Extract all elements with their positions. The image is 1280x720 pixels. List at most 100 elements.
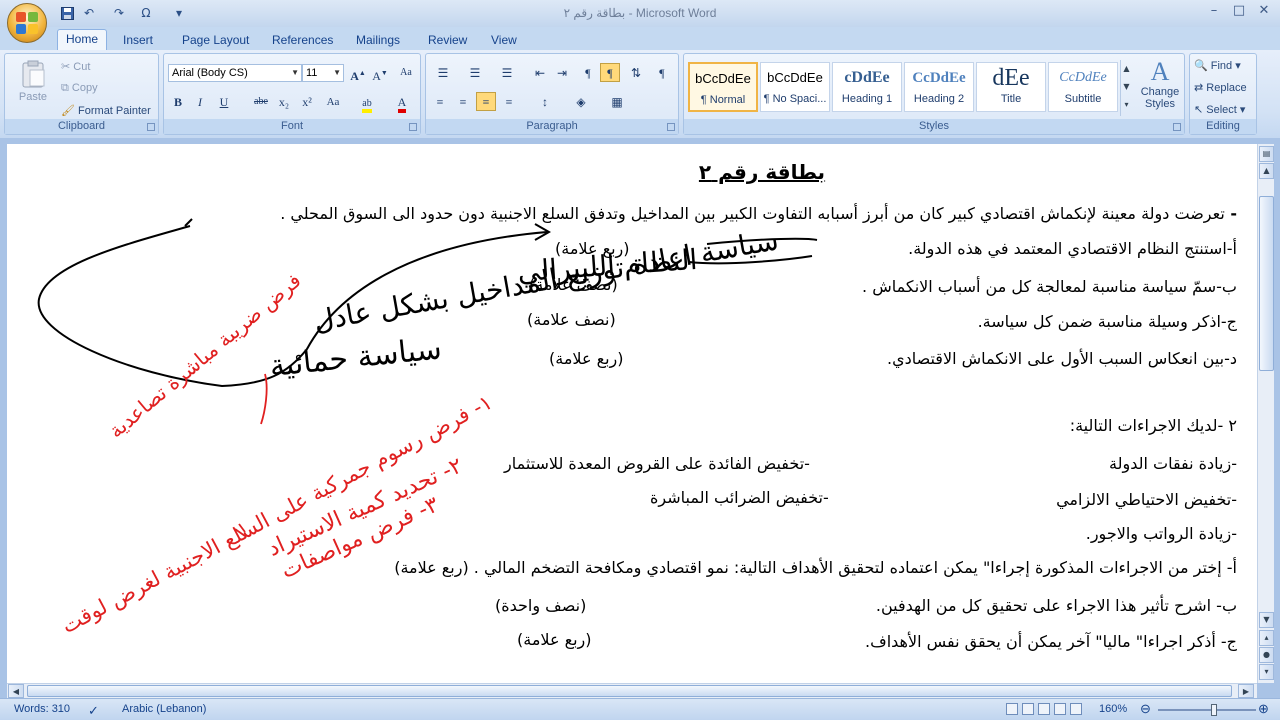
cut-button[interactable]: ✂ Cut: [61, 60, 90, 73]
q2-measure-2: -تخفيض الفائدة على القروض المعدة للاستثم…: [504, 454, 810, 473]
close-button[interactable]: ✕: [1252, 2, 1276, 20]
minimize-button[interactable]: –: [1202, 2, 1226, 20]
bold-button[interactable]: B: [168, 92, 188, 111]
status-bar: Words: 310 ✓ Arabic (Lebanon) 160% ⊖ ⊕: [0, 698, 1280, 720]
brush-icon: 🖌: [61, 105, 75, 117]
show-marks-icon[interactable]: ¶: [652, 63, 672, 82]
change-case-button[interactable]: Aa: [320, 92, 346, 111]
paragraph-launcher-icon[interactable]: [667, 123, 675, 131]
document-page[interactable]: بطاقة رقم ٢ - تعرضت دولة معينة لإنكماش ا…: [7, 144, 1257, 683]
sort-icon[interactable]: ⇅: [626, 63, 646, 82]
decrease-indent-icon[interactable]: ⇤: [530, 63, 550, 82]
binoculars-icon: 🔍: [1194, 60, 1208, 72]
strikethrough-button[interactable]: abe: [248, 92, 274, 111]
office-button[interactable]: [7, 3, 47, 43]
change-styles-button[interactable]: A Change Styles: [1138, 58, 1182, 111]
full-screen-reading-icon[interactable]: [1022, 703, 1034, 715]
styles-group-label: Styles: [684, 119, 1184, 134]
web-layout-icon[interactable]: [1038, 703, 1050, 715]
shrink-font-button[interactable]: A▼: [370, 63, 390, 83]
superscript-button[interactable]: x²: [297, 92, 317, 111]
justify-icon[interactable]: ≡: [499, 92, 519, 111]
styles-launcher-icon[interactable]: [1173, 123, 1181, 131]
zoom-slider-thumb[interactable]: [1211, 704, 1217, 716]
scroll-down-icon[interactable]: ▼: [1259, 612, 1274, 628]
browse-object-icon[interactable]: ●: [1259, 647, 1274, 663]
prev-page-icon[interactable]: ▴: [1259, 630, 1274, 646]
multilevel-list-icon[interactable]: ☰: [494, 63, 520, 82]
q1-b-mark: (نصف علامة): [529, 275, 618, 294]
grow-font-button[interactable]: A▲: [348, 63, 368, 83]
zoom-level[interactable]: 160%: [1099, 703, 1127, 715]
tab-mailings[interactable]: Mailings: [356, 31, 400, 50]
tab-references[interactable]: References: [272, 31, 333, 50]
clipboard-launcher-icon[interactable]: [147, 123, 155, 131]
word-window: ↶ ↷ Ω ▾ بطاقة رقم ٢ - Microsoft Word – □…: [0, 0, 1280, 720]
style-title[interactable]: dEe Title: [976, 62, 1046, 112]
copy-button[interactable]: ⧉ Copy: [61, 82, 98, 95]
clear-format-icon[interactable]: Aa: [396, 63, 416, 82]
shading-icon[interactable]: ◈: [568, 92, 594, 111]
bullets-icon[interactable]: ☰: [430, 63, 456, 82]
rtl-icon[interactable]: ¶: [600, 63, 620, 82]
style-normal[interactable]: bCcDdEe ¶ Normal: [688, 62, 758, 112]
language-indicator[interactable]: Arabic (Lebanon): [122, 703, 206, 715]
font-name-combo[interactable]: Arial (Body CS) ▼: [168, 64, 302, 82]
zoom-out-icon[interactable]: ⊖: [1140, 701, 1151, 717]
handwriting-4: فرض ضريبة مباشرة تصاعدية: [104, 268, 306, 443]
replace-button[interactable]: ⇄ Replace: [1194, 81, 1247, 94]
cursor-icon: ↖: [1194, 104, 1204, 116]
increase-indent-icon[interactable]: ⇥: [552, 63, 572, 82]
scroll-left-icon[interactable]: ◀: [8, 684, 24, 698]
ltr-icon[interactable]: ¶: [578, 63, 598, 82]
q2-measure-3: -تخفيض الاحتياطي الالزامي: [1056, 490, 1237, 509]
tab-insert[interactable]: Insert: [123, 31, 153, 50]
underline-button[interactable]: U: [214, 92, 234, 111]
subscript-button[interactable]: x₂: [274, 92, 294, 111]
maximize-button[interactable]: □: [1227, 2, 1251, 20]
style-heading-2[interactable]: CcDdEe Heading 2: [904, 62, 974, 112]
style-subtitle[interactable]: CcDdEe Subtitle: [1048, 62, 1118, 112]
align-right-icon[interactable]: ≡: [476, 92, 496, 111]
proofing-icon[interactable]: ✓: [88, 703, 99, 719]
outline-icon[interactable]: [1054, 703, 1066, 715]
format-painter-button[interactable]: 🖌 Format Painter: [61, 104, 151, 117]
italic-button[interactable]: I: [190, 92, 210, 111]
font-size-combo[interactable]: 11 ▼: [302, 64, 344, 82]
horizontal-scroll-thumb[interactable]: [27, 685, 1232, 697]
style-no-spacing[interactable]: bCcDdEe ¶ No Spaci...: [760, 62, 830, 112]
draft-icon[interactable]: [1070, 703, 1082, 715]
find-button[interactable]: 🔍 Find ▾: [1194, 59, 1241, 72]
tab-page-layout[interactable]: Page Layout: [182, 31, 249, 50]
word-count[interactable]: Words: 310: [14, 703, 70, 715]
vertical-scrollbar[interactable]: ▤ ▲ ▼ ▴ ● ▾: [1257, 144, 1274, 683]
horizontal-scrollbar[interactable]: ◀ ▶: [7, 683, 1257, 698]
highlight-icon[interactable]: ab: [354, 92, 380, 113]
paste-button[interactable]: Paste: [13, 60, 53, 103]
styles-scroll-icon[interactable]: ▲ ▼ ▾: [1120, 60, 1132, 116]
font-launcher-icon[interactable]: [409, 123, 417, 131]
tab-review[interactable]: Review: [428, 31, 467, 50]
style-heading-1[interactable]: cDdEe Heading 1: [832, 62, 902, 112]
tab-view[interactable]: View: [491, 31, 517, 50]
font-color-icon[interactable]: A: [389, 92, 415, 113]
align-left-icon[interactable]: ≡: [430, 92, 450, 111]
scroll-right-icon[interactable]: ▶: [1238, 684, 1254, 698]
ruler-toggle-icon[interactable]: ▤: [1259, 146, 1274, 162]
q1-a-mark: (ربع علامة): [555, 239, 630, 258]
tab-home[interactable]: Home: [57, 29, 108, 50]
line-spacing-icon[interactable]: ↕: [532, 92, 558, 111]
styles-group: bCcDdEe ¶ Normal bCcDdEe ¶ No Spaci... c…: [683, 53, 1185, 135]
bullet-dash: -: [1224, 204, 1237, 223]
scroll-up-icon[interactable]: ▲: [1259, 163, 1274, 179]
select-button[interactable]: ↖ Select ▾: [1194, 103, 1245, 116]
next-page-icon[interactable]: ▾: [1259, 664, 1274, 680]
align-center-icon[interactable]: ≡: [453, 92, 473, 111]
print-layout-icon[interactable]: [1006, 703, 1018, 715]
font-size-value: 11: [306, 67, 318, 79]
numbering-icon[interactable]: ☰: [462, 63, 488, 82]
vertical-scroll-thumb[interactable]: [1259, 196, 1274, 371]
borders-icon[interactable]: ▦: [604, 92, 630, 111]
zoom-slider[interactable]: [1158, 704, 1256, 716]
zoom-in-icon[interactable]: ⊕: [1258, 701, 1269, 717]
